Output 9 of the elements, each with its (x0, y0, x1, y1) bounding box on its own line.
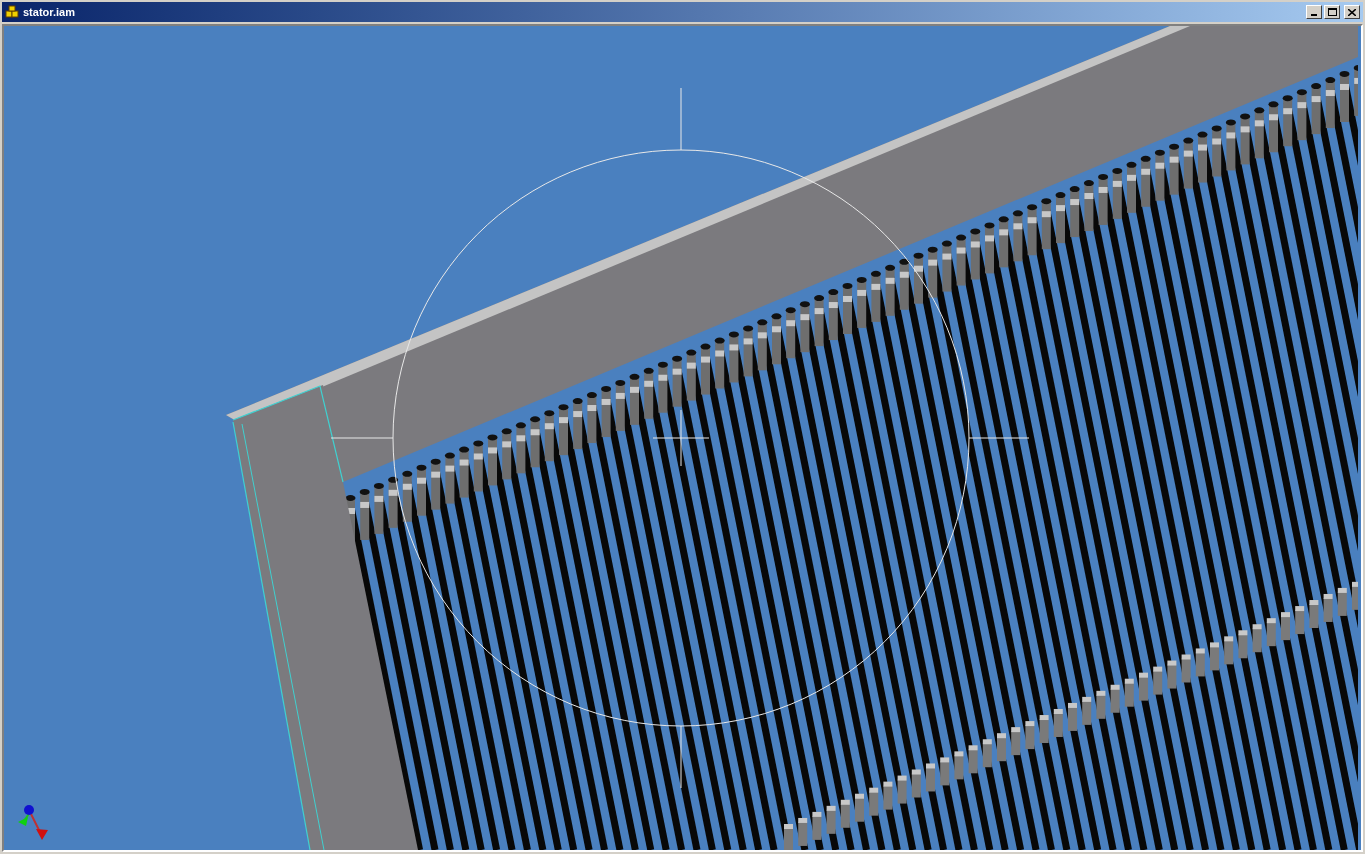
maximize-icon (1327, 8, 1337, 16)
minimize-button[interactable] (1306, 5, 1322, 19)
window-title: stator.iam (23, 4, 75, 20)
assembly-icon (5, 5, 19, 19)
close-icon (1348, 8, 1356, 16)
maximize-button[interactable] (1324, 5, 1340, 19)
close-button[interactable] (1344, 5, 1360, 19)
minimize-icon (1311, 14, 1317, 16)
axis-triad-icon (18, 805, 48, 840)
